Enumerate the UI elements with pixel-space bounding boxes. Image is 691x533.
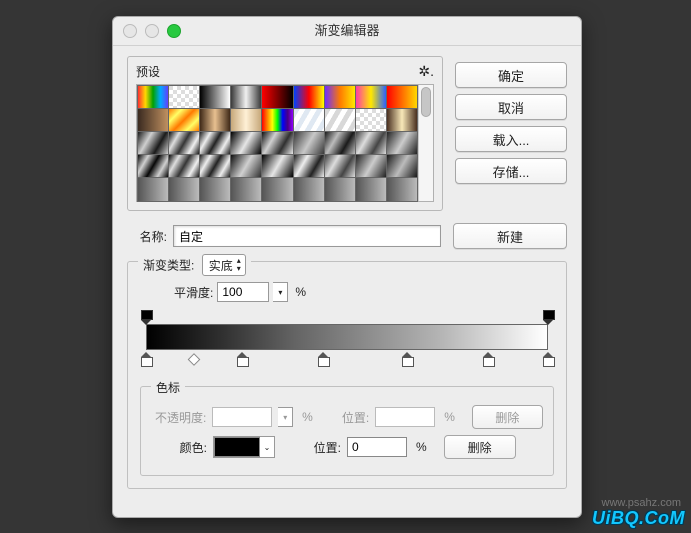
color-position-input[interactable] bbox=[347, 437, 407, 457]
gradient-type-panel: 渐变类型: 实底 ▴▾ 平滑度: ▾ % bbox=[127, 261, 567, 489]
opacity-label: 不透明度: bbox=[151, 409, 206, 426]
preset-swatch[interactable] bbox=[168, 177, 200, 201]
load-button[interactable]: 载入... bbox=[455, 126, 567, 152]
color-stop[interactable] bbox=[237, 352, 247, 364]
preset-swatch[interactable] bbox=[230, 85, 262, 109]
gradient-editor-dialog: 渐变编辑器 预设 ✲. 确定 取消 载入... bbox=[112, 16, 582, 518]
smoothness-input[interactable] bbox=[217, 282, 269, 302]
preset-swatch[interactable] bbox=[261, 108, 293, 132]
preset-swatch[interactable] bbox=[386, 108, 418, 132]
smoothness-label: 平滑度: bbox=[174, 284, 213, 301]
preset-swatch[interactable] bbox=[168, 85, 200, 109]
preset-swatch[interactable] bbox=[355, 131, 387, 155]
preset-swatch[interactable] bbox=[199, 177, 231, 201]
smoothness-unit: % bbox=[295, 285, 306, 299]
preset-swatch[interactable] bbox=[261, 177, 293, 201]
color-stop[interactable] bbox=[141, 352, 151, 364]
preset-swatch[interactable] bbox=[386, 85, 418, 109]
preset-swatch[interactable] bbox=[324, 108, 356, 132]
preset-swatch[interactable] bbox=[230, 177, 262, 201]
color-position-label: 位置: bbox=[281, 439, 341, 456]
preset-swatch[interactable] bbox=[230, 154, 262, 178]
color-well[interactable]: ⌄ bbox=[213, 436, 275, 458]
window-zoom-icon[interactable] bbox=[167, 24, 181, 38]
gradient-type-label: 渐变类型: bbox=[143, 259, 194, 273]
opacity-delete-button: 删除 bbox=[472, 405, 543, 429]
window-close-icon[interactable] bbox=[123, 24, 137, 38]
color-stop[interactable] bbox=[543, 352, 553, 364]
opacity-position-label: 位置: bbox=[322, 409, 369, 426]
preset-swatch[interactable] bbox=[293, 85, 325, 109]
preset-swatch[interactable] bbox=[386, 154, 418, 178]
preset-swatch[interactable] bbox=[137, 85, 169, 109]
preset-swatch[interactable] bbox=[199, 108, 231, 132]
preset-swatch[interactable] bbox=[168, 131, 200, 155]
smoothness-dropdown[interactable]: ▾ bbox=[273, 282, 288, 302]
gradient-type-select[interactable]: 实底 ▴▾ bbox=[202, 254, 246, 276]
preset-swatch[interactable] bbox=[137, 177, 169, 201]
color-stop[interactable] bbox=[402, 352, 412, 364]
new-button[interactable]: 新建 bbox=[453, 223, 567, 249]
presets-panel: 预设 ✲. bbox=[127, 56, 443, 211]
preset-swatch[interactable] bbox=[355, 85, 387, 109]
opacity-position-input bbox=[375, 407, 435, 427]
save-button[interactable]: 存储... bbox=[455, 158, 567, 184]
preset-swatch[interactable] bbox=[293, 108, 325, 132]
stops-label: 色标 bbox=[151, 379, 185, 396]
preset-swatch[interactable] bbox=[261, 85, 293, 109]
preset-swatch[interactable] bbox=[324, 131, 356, 155]
preset-swatch[interactable] bbox=[355, 177, 387, 201]
window-title: 渐变编辑器 bbox=[314, 23, 379, 38]
color-dropdown[interactable]: ⌄ bbox=[260, 437, 274, 457]
chevron-up-down-icon: ▴▾ bbox=[237, 257, 241, 273]
preset-swatch[interactable] bbox=[230, 131, 262, 155]
name-input[interactable] bbox=[173, 225, 441, 247]
preset-swatch[interactable] bbox=[355, 108, 387, 132]
preset-swatch[interactable] bbox=[261, 154, 293, 178]
color-stops-row[interactable] bbox=[146, 352, 548, 368]
stops-panel: 色标 不透明度: ▾ % 位置: % 删除 颜色: bbox=[140, 386, 554, 476]
presets-label: 预设 bbox=[136, 63, 160, 80]
preset-swatch[interactable] bbox=[355, 154, 387, 178]
color-label: 颜色: bbox=[151, 439, 207, 456]
preset-scrollbar[interactable] bbox=[418, 85, 433, 201]
preset-swatch[interactable] bbox=[293, 177, 325, 201]
opacity-stops-row[interactable] bbox=[146, 310, 548, 324]
preset-swatch[interactable] bbox=[168, 108, 200, 132]
preset-grid bbox=[136, 84, 434, 202]
opacity-input bbox=[212, 407, 272, 427]
preset-swatch[interactable] bbox=[137, 131, 169, 155]
midpoint-diamond[interactable] bbox=[188, 353, 201, 366]
preset-swatch[interactable] bbox=[293, 131, 325, 155]
preset-swatch[interactable] bbox=[199, 85, 231, 109]
opacity-stop[interactable] bbox=[543, 310, 553, 322]
preset-swatch[interactable] bbox=[199, 131, 231, 155]
gear-icon[interactable]: ✲. bbox=[418, 63, 434, 80]
preset-swatch[interactable] bbox=[168, 154, 200, 178]
preset-swatch[interactable] bbox=[324, 85, 356, 109]
ok-button[interactable]: 确定 bbox=[455, 62, 567, 88]
preset-swatch[interactable] bbox=[293, 154, 325, 178]
preset-swatch[interactable] bbox=[261, 131, 293, 155]
opacity-dropdown: ▾ bbox=[278, 407, 293, 427]
color-stop[interactable] bbox=[483, 352, 493, 364]
preset-swatch[interactable] bbox=[324, 154, 356, 178]
watermark: UiBQ.CoM bbox=[592, 508, 685, 529]
preset-swatch[interactable] bbox=[324, 177, 356, 201]
preset-swatch[interactable] bbox=[386, 177, 418, 201]
preset-swatch[interactable] bbox=[199, 154, 231, 178]
preset-swatch[interactable] bbox=[137, 154, 169, 178]
preset-swatch[interactable] bbox=[386, 131, 418, 155]
color-stop[interactable] bbox=[318, 352, 328, 364]
window-minimize-icon[interactable] bbox=[145, 24, 159, 38]
titlebar[interactable]: 渐变编辑器 bbox=[113, 17, 581, 46]
opacity-stop[interactable] bbox=[141, 310, 151, 322]
name-label: 名称: bbox=[127, 228, 167, 245]
color-delete-button[interactable]: 删除 bbox=[444, 435, 516, 459]
cancel-button[interactable]: 取消 bbox=[455, 94, 567, 120]
preset-swatch[interactable] bbox=[137, 108, 169, 132]
gradient-bar[interactable] bbox=[146, 324, 548, 350]
preset-swatch[interactable] bbox=[230, 108, 262, 132]
